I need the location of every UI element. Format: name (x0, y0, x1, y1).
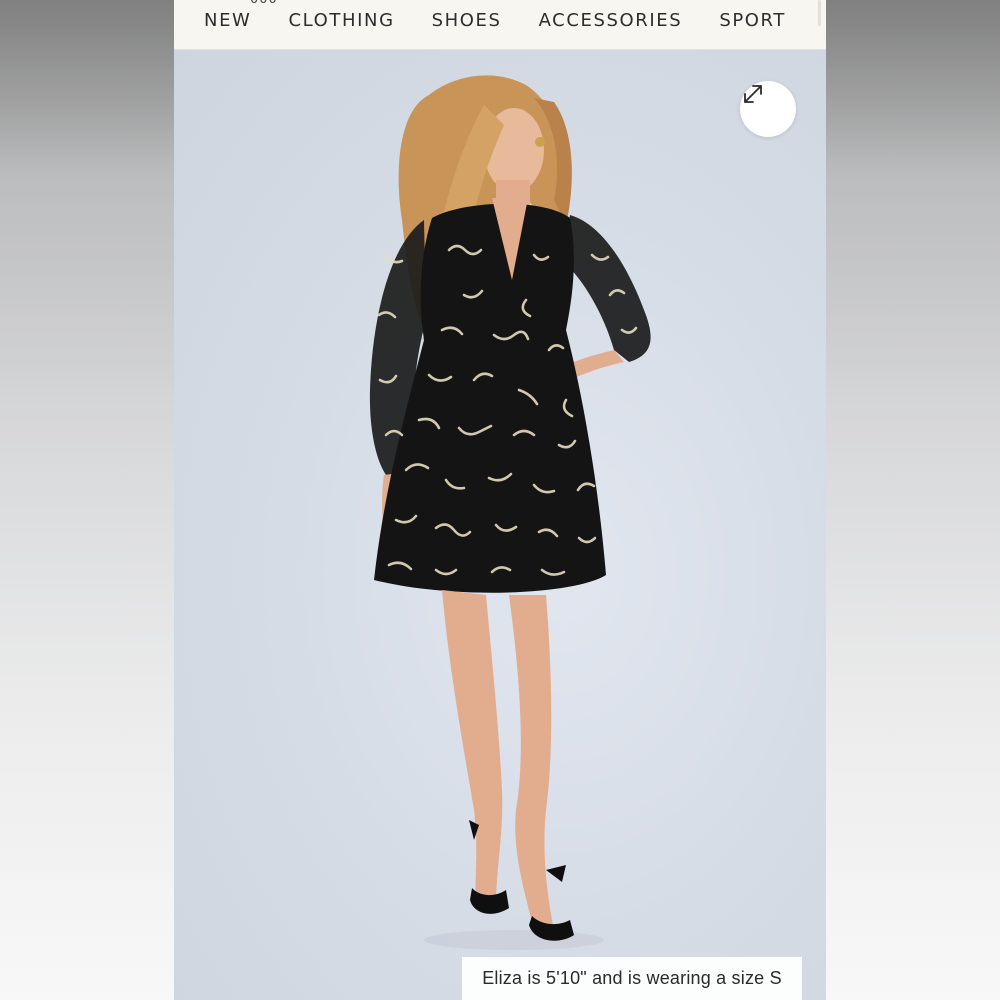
model-size-caption: Eliza is 5'10" and is wearing a size S (462, 957, 802, 1000)
nav-item-shoes[interactable]: SHOES (432, 10, 502, 31)
category-nav: 000 NEW CLOTHING SHOES ACCESSORIES SPORT (174, 0, 826, 50)
nav-item-clothing[interactable]: CLOTHING (288, 10, 394, 31)
nav-item-accessories[interactable]: ACCESSORIES (539, 10, 683, 31)
blurred-backdrop-left (0, 0, 174, 1000)
product-page: 000 NEW CLOTHING SHOES ACCESSORIES SPORT (174, 0, 826, 1000)
model-illustration (369, 75, 651, 950)
expand-image-button[interactable] (740, 81, 796, 137)
nav-scroll-indicator (818, 0, 821, 26)
blurred-backdrop-right (826, 0, 1000, 1000)
nav-item-sport[interactable]: SPORT (719, 10, 786, 31)
expand-arrows-icon (744, 85, 762, 103)
nav-badge: 000 (250, 0, 278, 7)
nav-item-new[interactable]: NEW (204, 10, 251, 31)
product-image[interactable]: Eliza is 5'10" and is wearing a size S (174, 50, 826, 1000)
